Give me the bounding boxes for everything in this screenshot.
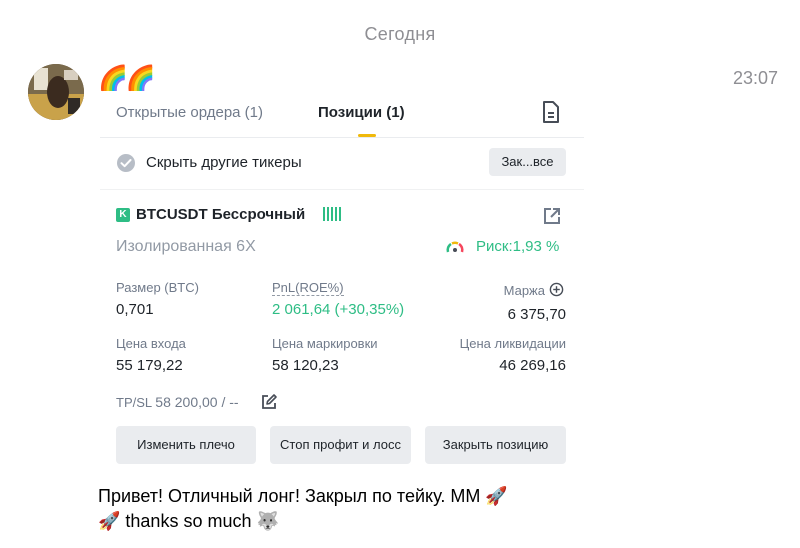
entry-price-label: Цена входа [116, 336, 186, 351]
tab-open-orders[interactable]: Открытые ордера (1) [116, 104, 263, 121]
sender-avatar[interactable] [28, 64, 84, 120]
margin-value: 6 375,70 [507, 306, 566, 323]
rainbow-emoji: 🌈🌈 [98, 65, 156, 92]
tpsl-row: TP/SL 58 200,00 / -- [116, 394, 239, 410]
checkbox-checked-icon[interactable] [116, 153, 136, 173]
message-time: 23:07 [732, 68, 778, 88]
share-icon[interactable] [542, 206, 562, 226]
date-separator: Сегодня [364, 24, 436, 44]
tpsl-value: 58 200,00 / -- [155, 394, 239, 410]
active-tab-indicator [358, 134, 376, 137]
margin-mode: Изолированная 6X [116, 238, 256, 255]
change-leverage-button[interactable]: Изменить плечо [116, 426, 256, 464]
close-all-button[interactable]: Зак...все [489, 148, 566, 176]
position-symbol[interactable]: BTCUSDT Бессрочный [136, 206, 305, 223]
pnl-label[interactable]: PnL(ROE%) [272, 280, 344, 296]
message-text: Привет! Отличный лонг! Закрыл по тейку. … [98, 484, 598, 534]
document-icon[interactable] [540, 100, 562, 124]
mark-price-label: Цена маркировки [272, 336, 378, 351]
entry-price-value: 55 179,22 [116, 357, 183, 374]
message-line-1: Привет! Отличный лонг! Закрыл по тейку. … [98, 486, 508, 506]
contract-badge: K [116, 208, 130, 222]
close-position-button[interactable]: Закрыть позицию [425, 426, 566, 464]
position-card: K BTCUSDT Бессрочный Изолированная 6X Ри… [100, 190, 584, 470]
edit-icon[interactable] [260, 393, 278, 411]
tab-positions[interactable]: Позиции (1) [318, 104, 405, 121]
risk-value: Риск:1,93 % [476, 238, 560, 255]
chart-bars-icon [323, 207, 341, 221]
risk-gauge-icon [446, 241, 464, 253]
positions-tabs: Открытые ордера (1) Позиции (1) [100, 92, 584, 138]
liquidation-price-value: 46 269,16 [499, 357, 566, 374]
size-label: Размер (BTC) [116, 280, 199, 295]
trade-screenshot[interactable]: Открытые ордера (1) Позиции (1) Скрыть д… [100, 92, 584, 470]
size-value: 0,701 [116, 301, 154, 318]
margin-label-group: Маржа [504, 282, 564, 298]
mark-price-value: 58 120,23 [272, 357, 339, 374]
margin-label: Маржа [503, 283, 545, 298]
tpsl-label: TP/SL [116, 395, 152, 410]
liquidation-price-label: Цена ликвидации [459, 336, 566, 351]
pnl-value: 2 061,64 (+30,35%) [272, 301, 405, 318]
message-line-2: 🚀 thanks so much 🐺 [98, 511, 279, 531]
hide-other-tickers-label[interactable]: Скрыть другие тикеры [146, 154, 302, 171]
add-margin-icon[interactable] [549, 282, 564, 297]
hide-other-tickers-row: Скрыть другие тикеры Зак...все [100, 138, 584, 190]
stop-profit-loss-button[interactable]: Стоп профит и лосс [270, 426, 411, 464]
